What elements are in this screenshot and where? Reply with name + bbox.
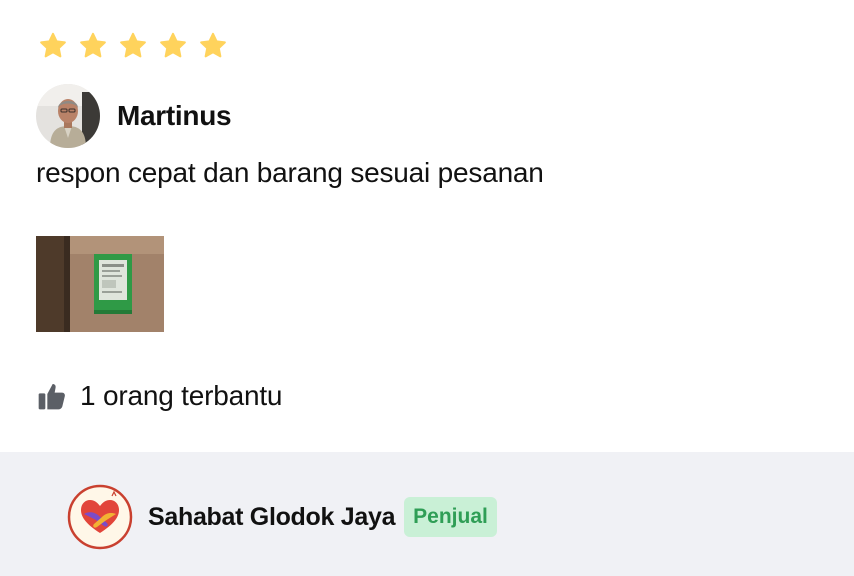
review-text: respon cepat dan barang sesuai pesanan (36, 157, 544, 188)
star-icon (200, 32, 226, 58)
seller-info: Sahabat Glodok Jaya Penjual (67, 484, 497, 550)
avatar (36, 84, 100, 148)
review-card: Martinus respon cepat dan barang sesuai … (0, 0, 854, 452)
seller-reply: Sahabat Glodok Jaya Penjual (0, 452, 854, 576)
helpful-count-text: 1 orang terbantu (80, 380, 283, 411)
reviewer-name: Martinus (117, 100, 232, 131)
thumbs-up-icon (38, 384, 65, 410)
star-rating (38, 31, 228, 61)
star-icon (80, 32, 106, 58)
star-icon (40, 32, 66, 58)
star-icon (120, 32, 146, 58)
star-icon (160, 32, 186, 58)
seller-logo (67, 484, 133, 550)
reviewer: Martinus (36, 84, 232, 148)
helpful-button[interactable]: 1 orang terbantu (36, 380, 282, 412)
review-photo[interactable] (36, 236, 164, 332)
seller-name: Sahabat Glodok Jaya (148, 502, 396, 531)
seller-badge: Penjual (404, 497, 497, 537)
